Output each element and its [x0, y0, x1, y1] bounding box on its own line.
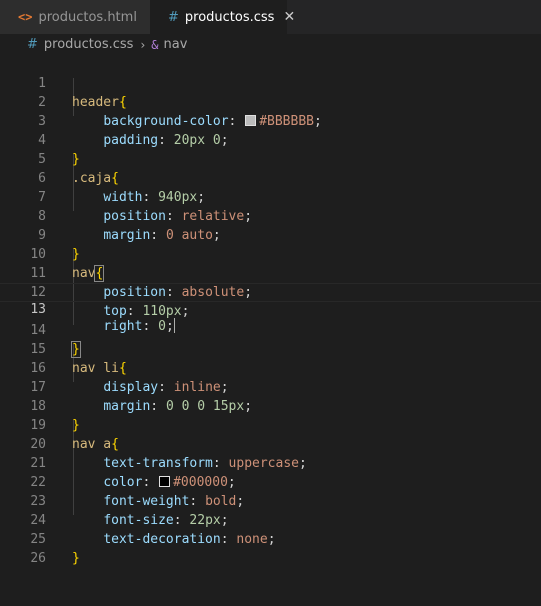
code-line[interactable]: 21 color: #000000;	[0, 435, 541, 490]
code-line[interactable]: 22 font-weight: bold;	[0, 454, 541, 509]
code-line[interactable]: 14 }	[0, 302, 541, 358]
tab-productos-html[interactable]: <> productos.html	[0, 0, 150, 34]
chevron-right-icon: ›	[140, 37, 146, 52]
code-line[interactable]: 7 position: relative;	[0, 169, 541, 224]
tab-label: productos.css	[184, 9, 275, 25]
code-line[interactable]: 16 display: inline;	[0, 340, 541, 395]
code-line[interactable]: 23 font-size: 22px;	[0, 473, 541, 528]
html-file-icon: <>	[18, 10, 33, 24]
code-line[interactable]: 11 position: absolute;	[0, 245, 541, 300]
code-line[interactable]: 26	[0, 530, 541, 566]
code-line[interactable]: 8 margin: 0 auto;	[0, 188, 541, 243]
code-line[interactable]: 9 }	[0, 207, 541, 262]
code-line[interactable]: 6 width: 940px;	[0, 150, 541, 205]
code-line[interactable]: 2 background-color: #BBBBBB;	[0, 74, 541, 129]
code-line[interactable]: 5 .caja{	[0, 131, 541, 186]
css-file-icon: #	[168, 9, 179, 25]
code-line[interactable]: 10 nav{	[0, 226, 541, 282]
code-editor[interactable]: 1 header{ 2 background-color: #BBBBBB; 3…	[0, 55, 541, 566]
symbol-class-icon: &	[151, 37, 159, 52]
code-line[interactable]: 20 text-transform: uppercase;	[0, 416, 541, 471]
breadcrumb-file[interactable]: productos.css	[44, 37, 134, 52]
code-line[interactable]: 12 top: 110px;	[0, 264, 541, 319]
line-number: 26	[30, 551, 46, 566]
css-file-icon: #	[27, 37, 38, 52]
breadcrumb-symbol[interactable]: nav	[164, 37, 188, 52]
tab-productos-css[interactable]: # productos.css ✕	[150, 0, 295, 34]
close-icon[interactable]: ✕	[283, 9, 295, 25]
code-line[interactable]: 4 }	[0, 112, 541, 167]
code-line-current[interactable]: 13 right: 0;	[0, 283, 541, 334]
code-line[interactable]: 25 }	[0, 511, 541, 566]
code-line[interactable]: 1 header{	[0, 55, 541, 110]
breadcrumb: # productos.css › & nav	[0, 34, 541, 55]
code-line[interactable]: 15 nav li{	[0, 321, 541, 376]
code-line[interactable]: 3 padding: 20px 0;	[0, 93, 541, 148]
tab-label: productos.html	[38, 9, 137, 25]
code-line[interactable]: 18 }	[0, 378, 541, 433]
editor-tab-bar: <> productos.html # productos.css ✕	[0, 0, 541, 34]
code-line[interactable]: 19 nav a{	[0, 397, 541, 452]
code-line[interactable]: 24 text-decoration: none;	[0, 492, 541, 547]
code-line[interactable]: 17 margin: 0 0 0 15px;	[0, 359, 541, 414]
